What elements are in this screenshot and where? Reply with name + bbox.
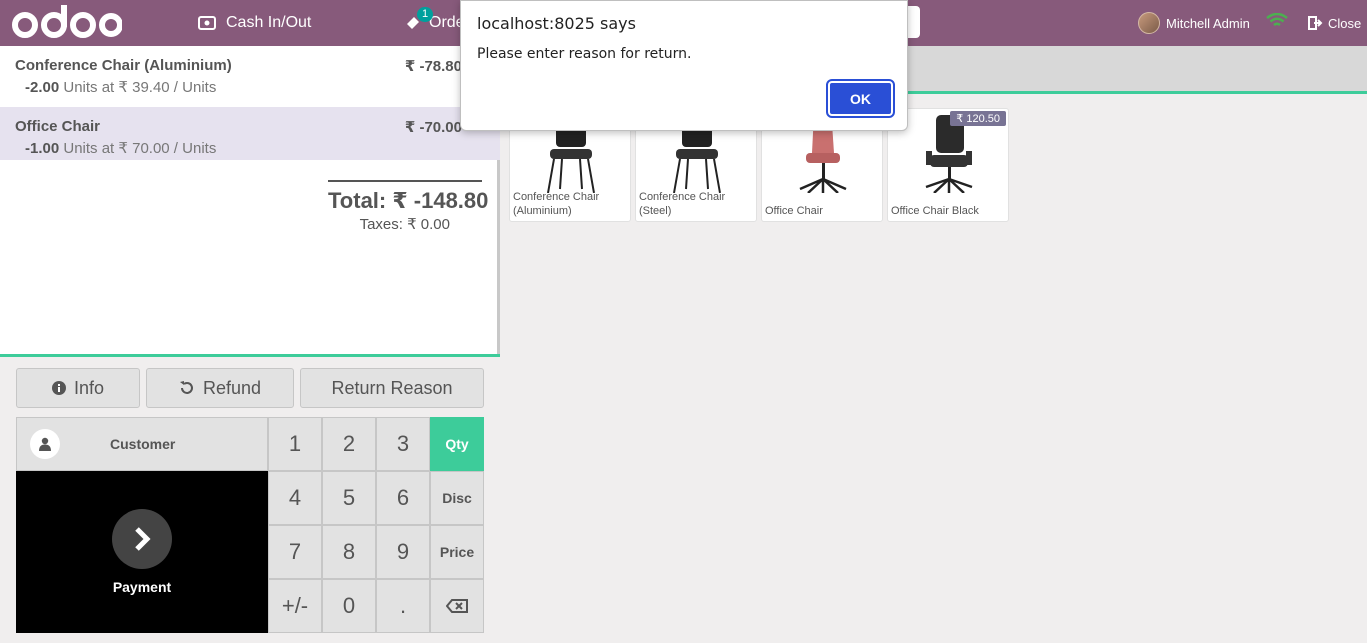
refund-button[interactable]: Refund — [146, 368, 294, 408]
customer-button[interactable]: Customer — [16, 417, 268, 471]
refund-label: Refund — [202, 377, 262, 398]
backspace-button[interactable] — [430, 579, 484, 633]
price-mode-button[interactable]: Price — [430, 525, 484, 579]
return-reason-button[interactable]: Return Reason — [300, 368, 484, 408]
numpad-key-1[interactable]: 1 — [268, 417, 322, 471]
backspace-icon — [446, 599, 468, 613]
close-button[interactable]: Close — [1308, 0, 1361, 46]
chevron-right-icon — [112, 509, 172, 569]
cash-in-out-label: Cash In/Out — [226, 14, 312, 31]
info-icon — [51, 381, 66, 395]
product-name: Office Chair — [765, 205, 823, 217]
order-line-unit: Units at ₹ 70.00 / Units — [63, 140, 217, 157]
numpad-key-plus-minus[interactable]: +/- — [268, 579, 322, 633]
order-line-price: ₹ -78.80 — [404, 58, 462, 75]
dialog-message: Please enter reason for return. — [477, 46, 692, 62]
product-name: Office Chair Black — [891, 205, 979, 217]
order-taxes: Taxes: ₹ 0.00 — [359, 216, 450, 233]
order-total: Total: ₹ -148.80 — [328, 188, 489, 213]
numpad-key-5[interactable]: 5 — [322, 471, 376, 525]
order-summary: Total: ₹ -148.80 Taxes: ₹ 0.00 — [328, 180, 489, 233]
customer-label: Customer — [110, 436, 176, 452]
info-button[interactable]: Info — [16, 368, 140, 408]
order-line-info: -1.00 Units at ₹ 70.00 / Units — [15, 139, 485, 157]
money-icon — [198, 16, 216, 30]
user-menu[interactable]: Mitchell Admin — [1138, 0, 1250, 46]
order-line-price: ₹ -70.00 — [404, 119, 462, 136]
order-line-unit: Units at ₹ 39.40 / Units — [63, 79, 217, 96]
avatar — [1138, 12, 1160, 34]
info-label: Info — [73, 377, 105, 398]
numpad-key-9[interactable]: 9 — [376, 525, 430, 579]
numpad-key-4[interactable]: 4 — [268, 471, 322, 525]
payment-label: Payment — [112, 579, 172, 595]
close-label: Close — [1328, 15, 1362, 31]
product-screen: Conference Chair (Aluminium) Conference … — [503, 46, 1367, 643]
numpad-key-8[interactable]: 8 — [322, 525, 376, 579]
odoo-logo — [10, 3, 123, 48]
orders-count-badge: 1 — [417, 7, 434, 22]
disc-mode-button[interactable]: Disc — [430, 471, 484, 525]
cash-in-out-button[interactable]: Cash In/Out — [198, 0, 311, 46]
order-panel: Conference Chair (Aluminium) ₹ -78.80 -2… — [0, 46, 500, 643]
qty-mode-button[interactable]: Qty — [430, 417, 484, 471]
product-price-tag: ₹ 120.50 — [950, 111, 1006, 126]
user-name: Mitchell Admin — [1166, 15, 1250, 31]
numpad-key-7[interactable]: 7 — [268, 525, 322, 579]
numpad-key-2[interactable]: 2 — [322, 417, 376, 471]
numpad-key-6[interactable]: 6 — [376, 471, 430, 525]
numpad: 1 2 3 Qty 4 5 6 Disc 7 8 9 Price +/- 0 . — [268, 417, 484, 633]
numpad-key-3[interactable]: 3 — [376, 417, 430, 471]
sign-out-icon — [1308, 16, 1323, 30]
order-line-selected[interactable]: Office Chair ₹ -70.00 -1.00 Units at ₹ 7… — [0, 107, 500, 160]
order-line[interactable]: Conference Chair (Aluminium) ₹ -78.80 -2… — [0, 46, 500, 99]
user-icon — [30, 429, 60, 459]
wifi-icon — [1266, 12, 1288, 34]
ok-button[interactable]: OK — [826, 79, 895, 118]
undo-icon — [179, 381, 193, 394]
product-name: Conference Chair (Aluminium) — [513, 191, 600, 217]
alert-dialog: localhost:8025 says Please enter reason … — [460, 0, 908, 131]
dialog-title: localhost:8025 says — [477, 14, 636, 33]
order-line-qty: -2.00 — [25, 79, 60, 96]
product-name: Conference Chair (Steel) — [639, 191, 726, 217]
payment-button[interactable]: Payment — [16, 471, 268, 633]
return-reason-label: Return Reason — [331, 377, 453, 398]
order-line-info: -2.00 Units at ₹ 39.40 / Units — [15, 78, 485, 96]
numpad-key-0[interactable]: 0 — [322, 579, 376, 633]
numpad-key-dot[interactable]: . — [376, 579, 430, 633]
control-pad: Info Refund Return Reason Customer Payme… — [0, 354, 500, 643]
order-line-qty: -1.00 — [25, 140, 60, 157]
